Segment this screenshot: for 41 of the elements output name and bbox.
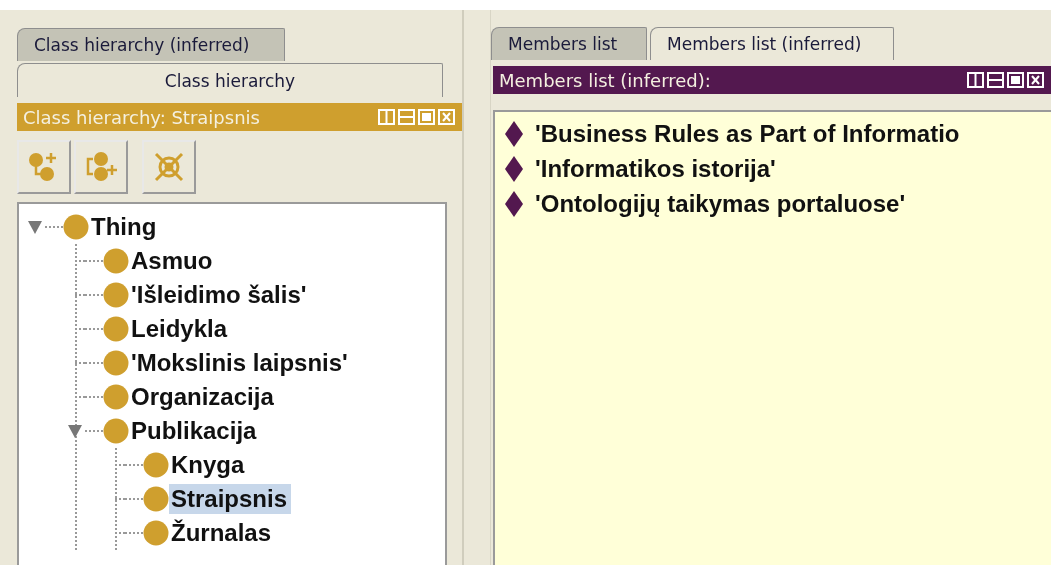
class-circle-icon — [143, 486, 169, 512]
class-circle-icon — [103, 350, 129, 376]
diamond-icon — [505, 120, 523, 147]
expand-toggle-icon[interactable] — [27, 219, 43, 235]
tree-item[interactable]: 'Mokslinis laipsnis' — [129, 348, 352, 378]
tree-item[interactable]: Publikacija — [129, 416, 261, 446]
tree-item[interactable]: 'Išleidimo šalis' — [129, 280, 311, 310]
member-item[interactable]: 'Informatikos istorija' — [535, 154, 776, 183]
delete-class-button[interactable] — [142, 140, 196, 194]
diamond-icon — [505, 190, 523, 217]
panel-title: Class hierarchy: Straipsnis — [23, 106, 260, 128]
tree-item[interactable]: Žurnalas — [169, 518, 276, 548]
add-subclass-button[interactable] — [17, 140, 71, 194]
panel-title: Members list (inferred): — [499, 69, 711, 91]
tab[interactable]: Members list — [491, 27, 647, 60]
panel-splitter[interactable] — [462, 10, 491, 565]
class-circle-icon — [143, 452, 169, 478]
add-sibling-button[interactable] — [74, 140, 128, 194]
tree-item[interactable]: Straipsnis — [169, 484, 292, 514]
tree-item[interactable]: Leidykla — [129, 314, 232, 344]
class-circle-icon — [143, 520, 169, 546]
class-circle-icon — [103, 316, 129, 342]
tab[interactable]: Members list (inferred) — [650, 27, 894, 60]
class-circle-icon — [63, 214, 89, 240]
class-circle-icon — [103, 282, 129, 308]
crossed-circle-icon — [152, 150, 186, 184]
class-circle-icon — [103, 418, 129, 444]
diamond-icon — [505, 155, 523, 182]
tree-item[interactable]: Asmuo — [129, 246, 217, 276]
class-circle-icon — [103, 384, 129, 410]
member-item[interactable]: 'Business Rules as Part of Informatio — [535, 119, 960, 148]
add-sibling-icon — [84, 150, 118, 184]
member-item[interactable]: 'Ontologijų taikymas portaluose' — [535, 189, 906, 218]
window-controls-icon[interactable] — [967, 72, 1045, 88]
tab[interactable]: Class hierarchy (inferred) — [17, 28, 285, 61]
tree-item[interactable]: Knyga — [169, 450, 249, 480]
tree-item[interactable]: Organizacija — [129, 382, 278, 412]
expand-toggle-icon[interactable] — [67, 423, 83, 439]
tab[interactable]: Class hierarchy — [17, 63, 443, 97]
class-circle-icon — [103, 248, 129, 274]
tree-item[interactable]: Thing — [89, 212, 161, 242]
